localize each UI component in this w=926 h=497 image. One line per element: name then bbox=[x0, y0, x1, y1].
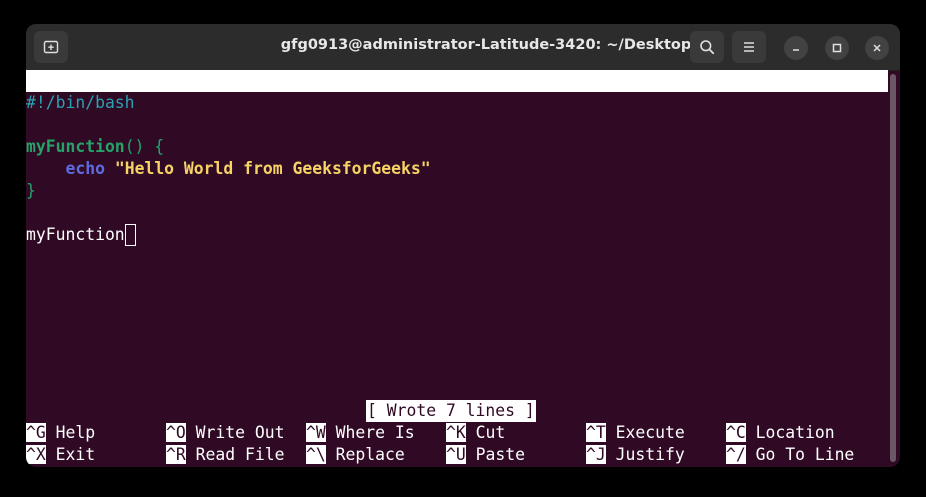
code-line-7: myFunction bbox=[26, 224, 136, 246]
new-tab-icon bbox=[43, 40, 59, 54]
menu-button[interactable] bbox=[732, 31, 766, 63]
terminal-window: gfg0913@administrator-Latitude-3420: ~/D… bbox=[26, 24, 900, 467]
shortcut-execute[interactable]: ^T Execute bbox=[586, 422, 685, 444]
close-button[interactable] bbox=[865, 36, 889, 60]
maximize-icon bbox=[832, 43, 842, 53]
search-icon bbox=[700, 40, 715, 55]
search-button[interactable] bbox=[690, 31, 724, 63]
shortcut-location[interactable]: ^C Location bbox=[726, 422, 835, 444]
code-line-4: echo "Hello World from GeeksforGeeks" bbox=[26, 158, 431, 180]
maximize-button[interactable] bbox=[825, 36, 849, 60]
text-cursor bbox=[124, 224, 136, 246]
echo-string: "Hello World from GeeksforGeeks" bbox=[114, 159, 431, 178]
function-name: myFunction bbox=[26, 137, 125, 156]
shortcut-justify[interactable]: ^J Justify bbox=[586, 444, 685, 466]
shortcut-write-out[interactable]: ^O Write Out bbox=[166, 422, 284, 444]
file-name: fun-ex.sh bbox=[437, 115, 526, 134]
shortcut-cut[interactable]: ^K Cut bbox=[446, 422, 505, 444]
title-bar: gfg0913@administrator-Latitude-3420: ~/D… bbox=[26, 24, 900, 71]
shortcut-where-is[interactable]: ^W Where Is bbox=[306, 422, 415, 444]
function-call: myFunction bbox=[26, 225, 125, 244]
nano-header: GNU nano 7.2 fun-ex.sh bbox=[26, 70, 888, 134]
window-title: gfg0913@administrator-Latitude-3420: ~/D… bbox=[280, 37, 692, 53]
shortcut-exit[interactable]: ^X Exit bbox=[26, 444, 95, 466]
code-line-3: myFunction() { bbox=[26, 136, 164, 158]
minimize-icon bbox=[793, 49, 799, 51]
code-line-5: } bbox=[26, 180, 36, 202]
function-close: } bbox=[26, 181, 36, 200]
shortcut-read-file[interactable]: ^R Read File bbox=[166, 444, 284, 466]
shortcut-paste[interactable]: ^U Paste bbox=[446, 444, 525, 466]
shortcut-go-to-line[interactable]: ^/ Go To Line bbox=[726, 444, 854, 466]
shortcut-help[interactable]: ^G Help bbox=[26, 422, 95, 444]
function-open: () { bbox=[124, 137, 165, 156]
nano-editor[interactable]: GNU nano 7.2 fun-ex.sh #!/bin/bash myFun… bbox=[26, 70, 888, 467]
close-icon bbox=[873, 44, 881, 52]
status-message: [ Wrote 7 lines ] bbox=[366, 400, 536, 422]
echo-keyword: echo bbox=[65, 159, 105, 178]
shebang-text: #!/bin/bash bbox=[26, 93, 135, 112]
shortcut-replace[interactable]: ^\ Replace bbox=[306, 444, 405, 466]
scrollbar[interactable] bbox=[890, 74, 896, 462]
minimize-button[interactable] bbox=[784, 36, 808, 60]
new-tab-button[interactable] bbox=[34, 31, 68, 63]
hamburger-menu-icon bbox=[744, 42, 754, 52]
code-line-1: #!/bin/bash bbox=[26, 92, 135, 114]
